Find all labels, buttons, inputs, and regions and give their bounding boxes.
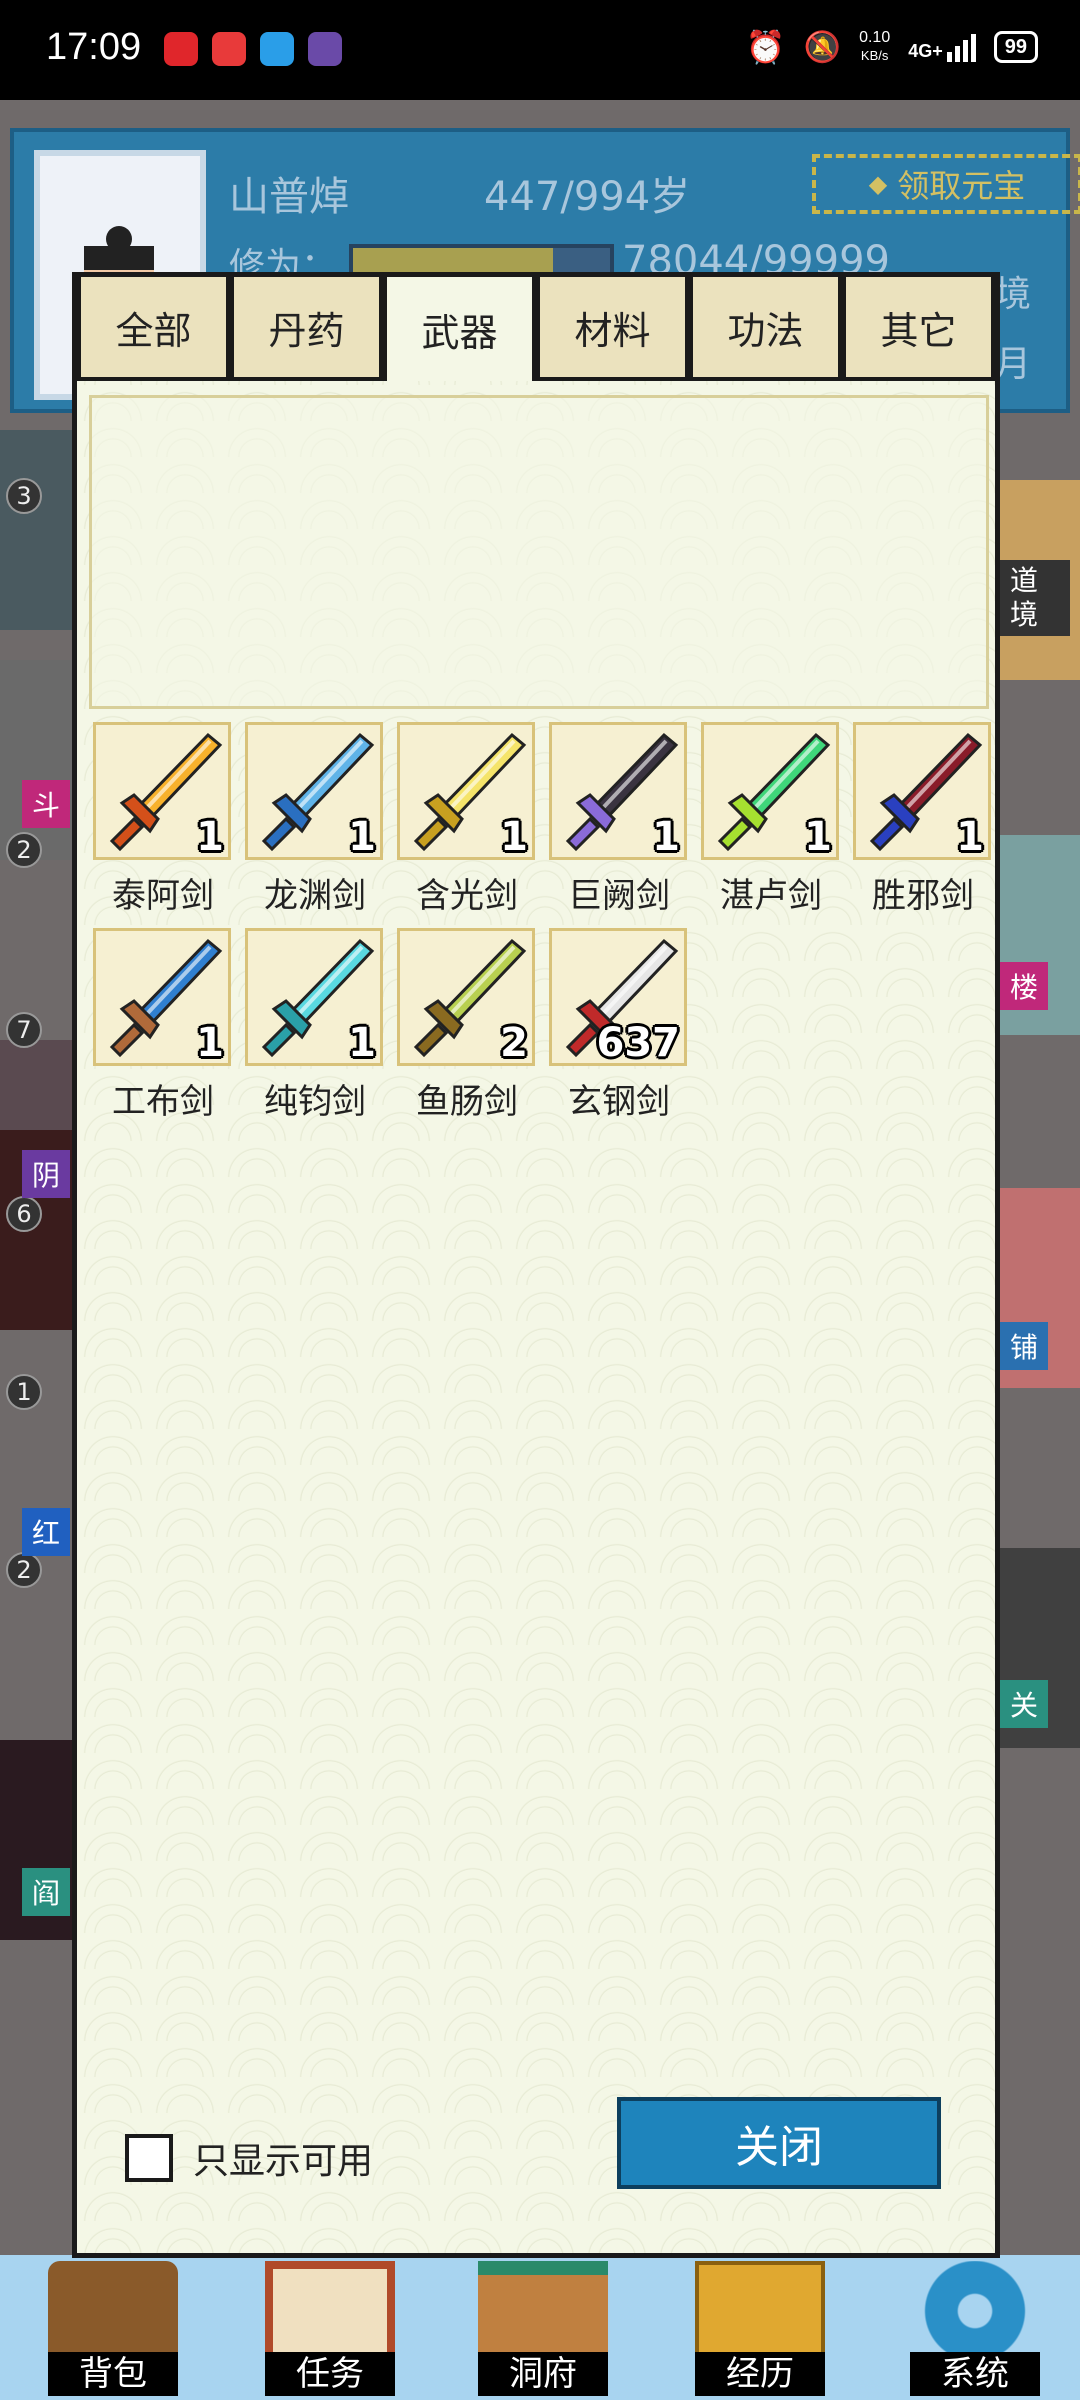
gear-icon — [910, 2261, 1040, 2361]
location-tag: 楼 — [1000, 962, 1049, 1010]
notification-icons — [164, 32, 342, 66]
inventory-panel: 全部 丹药 武器 材料 功法 其它 1 泰阿剑 1 龙渊剑 1 含光剑 1 巨阙剑 1 湛卢剑 1 胜… — [72, 272, 1000, 2258]
location-tag: 关 — [1000, 1680, 1049, 1728]
item-slot[interactable]: 1 — [397, 722, 535, 860]
scroll-icon — [265, 2261, 395, 2361]
signal-icon: 4G+ — [908, 32, 976, 62]
kuaishou-icon — [308, 32, 342, 66]
inventory-item[interactable]: 2 鱼肠剑 — [391, 928, 543, 1122]
item-slot[interactable]: 1 — [245, 722, 383, 860]
item-count: 1 — [348, 814, 376, 860]
status-bar: 17:09 ⏰ 🔕 0.10 KB/s 4G+ 99 — [0, 0, 1080, 100]
location-tag: 红 — [22, 1508, 71, 1556]
location-count-badge: 6 — [6, 1196, 42, 1232]
player-age: 447/994岁 — [484, 174, 691, 220]
tab-pills[interactable]: 丹药 — [230, 277, 383, 381]
tab-weapons[interactable]: 武器 — [383, 277, 536, 381]
tab-materials[interactable]: 材料 — [536, 277, 689, 381]
item-count: 1 — [348, 1020, 376, 1066]
inventory-item[interactable]: 1 巨阙剑 — [543, 722, 695, 916]
system-indicators: ⏰ 🔕 0.10 KB/s 4G+ 99 — [746, 28, 1038, 66]
item-count: 1 — [804, 814, 832, 860]
backpack-icon — [48, 2261, 178, 2361]
claim-yuanbao-button[interactable]: ◆ 领取元宝 — [812, 154, 1080, 214]
item-slot[interactable]: 1 — [245, 928, 383, 1066]
clock: 17:09 — [46, 26, 142, 68]
mute-icon: 🔕 — [803, 30, 842, 64]
pavilion-icon — [478, 2261, 608, 2361]
book-icon — [695, 2261, 825, 2361]
location-count-badge: 1 — [6, 1374, 42, 1410]
item-slot[interactable]: 1 — [701, 722, 839, 860]
inventory-item[interactable]: 1 纯钧剑 — [239, 928, 391, 1122]
item-count: 1 — [196, 814, 224, 860]
item-name: 胜邪剑 — [872, 876, 974, 916]
inventory-item[interactable]: 1 泰阿剑 — [87, 722, 239, 916]
network-speed: 0.10 KB/s — [859, 29, 891, 63]
location-count-badge: 3 — [6, 478, 42, 514]
location-tag: 道境 — [1000, 560, 1070, 636]
item-slot[interactable]: 1 — [93, 928, 231, 1066]
alarm-icon: ⏰ — [745, 29, 786, 65]
location-tag: 阎 — [22, 1868, 71, 1916]
battery-icon: 99 — [993, 31, 1038, 63]
item-count: 1 — [956, 814, 984, 860]
location-count-badge: 2 — [6, 832, 42, 868]
inventory-tabs: 全部 丹药 武器 材料 功法 其它 — [77, 277, 995, 381]
nav-history[interactable]: 经历 — [685, 2255, 835, 2400]
item-count: 2 — [500, 1020, 528, 1066]
nav-cave[interactable]: 洞府 — [468, 2255, 618, 2400]
item-name: 巨阙剑 — [568, 876, 670, 916]
bottom-nav: 背包 任务 洞府 经历 系统 — [0, 2255, 1080, 2400]
item-description-box — [89, 395, 989, 709]
location-tag: 铺 — [1000, 1322, 1049, 1370]
inventory-item[interactable]: 1 胜邪剑 — [847, 722, 995, 916]
item-name: 工布剑 — [112, 1082, 214, 1122]
map-location-left-2[interactable] — [0, 660, 72, 860]
item-slot[interactable]: 1 — [93, 722, 231, 860]
tab-techniques[interactable]: 功法 — [689, 277, 842, 381]
item-name: 纯钧剑 — [264, 1082, 366, 1122]
show-usable-label: 只显示可用 — [193, 2141, 374, 2182]
profile-side-text: 境 月 — [995, 274, 1032, 385]
location-tag: 阴 — [22, 1150, 71, 1198]
nav-backpack[interactable]: 背包 — [38, 2255, 188, 2400]
inventory-item[interactable]: 1 含光剑 — [391, 722, 543, 916]
item-count: 1 — [652, 814, 680, 860]
item-name: 龙渊剑 — [264, 876, 366, 916]
item-name: 含光剑 — [416, 876, 518, 916]
player-name: 山普焯 — [229, 174, 349, 220]
show-usable-checkbox[interactable] — [125, 2134, 173, 2182]
show-usable-filter[interactable]: 只显示可用 — [125, 2132, 373, 2184]
qq-icon — [260, 32, 294, 66]
item-count: 1 — [500, 814, 528, 860]
nav-tasks[interactable]: 任务 — [255, 2255, 405, 2400]
location-count-badge: 2 — [6, 1552, 42, 1588]
location-tag: 斗 — [22, 780, 71, 828]
item-slot[interactable]: 2 — [397, 928, 535, 1066]
item-name: 泰阿剑 — [112, 876, 214, 916]
item-slot[interactable]: 637 — [549, 928, 687, 1066]
chat-app-icon — [212, 32, 246, 66]
map-location-left-1[interactable] — [0, 430, 72, 630]
tab-all[interactable]: 全部 — [77, 277, 230, 381]
item-count: 637 — [596, 1020, 681, 1066]
nav-system[interactable]: 系统 — [900, 2255, 1050, 2400]
tab-others[interactable]: 其它 — [842, 277, 995, 381]
ingot-icon: ◆ — [868, 170, 888, 198]
inventory-item[interactable]: 1 工布剑 — [87, 928, 239, 1122]
item-slot[interactable]: 1 — [853, 722, 991, 860]
inventory-item[interactable]: 1 龙渊剑 — [239, 722, 391, 916]
netease-music-icon — [164, 32, 198, 66]
item-name: 鱼肠剑 — [416, 1082, 518, 1122]
item-name: 玄钢剑 — [568, 1082, 670, 1122]
location-count-badge: 7 — [6, 1012, 42, 1048]
item-name: 湛卢剑 — [720, 876, 822, 916]
item-slot[interactable]: 1 — [549, 722, 687, 860]
item-count: 1 — [196, 1020, 224, 1066]
inventory-item[interactable]: 637 玄钢剑 — [543, 928, 695, 1122]
close-button[interactable]: 关闭 — [617, 2097, 941, 2189]
inventory-item[interactable]: 1 湛卢剑 — [695, 722, 847, 916]
